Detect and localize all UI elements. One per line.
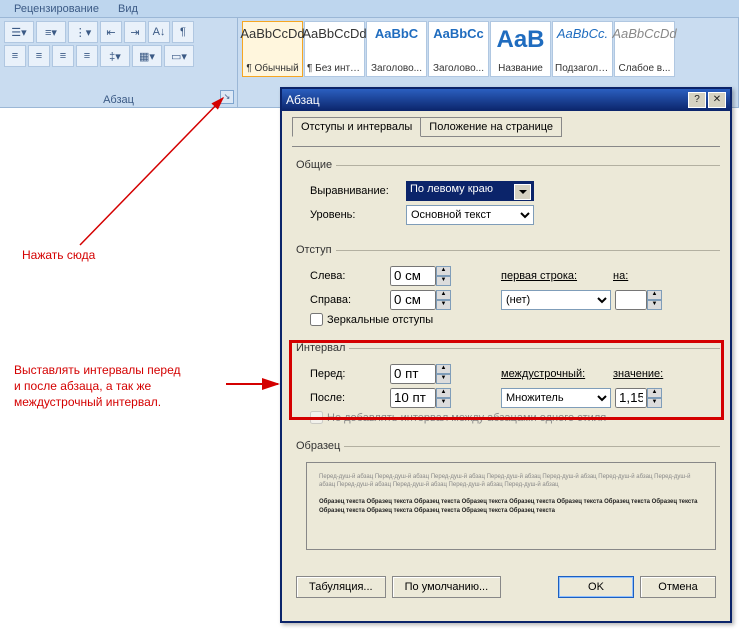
line-spacing-button[interactable]: ‡▾ bbox=[100, 45, 130, 67]
sample-grey: Перед-душ-й абзац Перед-душ-й абзац Пере… bbox=[319, 473, 703, 490]
anno-interval-l1: Выставлять интервалы перед bbox=[14, 363, 181, 377]
help-button[interactable]: ? bbox=[688, 92, 706, 108]
anno-click-here: Нажать сюда bbox=[22, 248, 95, 262]
align-center-button[interactable]: ≡ bbox=[28, 45, 50, 67]
style-item-4[interactable]: AaB Название bbox=[490, 21, 551, 77]
dialog-titlebar[interactable]: Абзац ? ✕ bbox=[282, 89, 730, 111]
style-sample: AaBbC bbox=[375, 26, 418, 41]
legend-general: Общие bbox=[292, 159, 336, 171]
decrease-indent-button[interactable]: ⇤ bbox=[100, 21, 122, 43]
spin-up[interactable]: ▲ bbox=[436, 266, 451, 276]
style-name: ¶ Обычный bbox=[245, 63, 300, 74]
firstline-label: первая строка: bbox=[501, 270, 613, 282]
tabs-button[interactable]: Табуляция... bbox=[296, 576, 386, 598]
legend-indent: Отступ bbox=[292, 244, 336, 256]
shading-button[interactable]: ▦▾ bbox=[132, 45, 162, 67]
ribbon-tabs: Рецензирование Вид bbox=[0, 0, 739, 18]
style-name: Заголово... bbox=[369, 63, 424, 74]
spin-up[interactable]: ▲ bbox=[647, 290, 662, 300]
cancel-button[interactable]: Отмена bbox=[640, 576, 716, 598]
spin-down[interactable]: ▼ bbox=[436, 276, 451, 286]
align-label: Выравнивание: bbox=[310, 185, 406, 197]
left-label: Слева: bbox=[310, 270, 390, 282]
style-name: ¶ Без инте... bbox=[307, 63, 362, 74]
borders-button[interactable]: ▭▾ bbox=[164, 45, 194, 67]
style-item-5[interactable]: AaBbCc. Подзаголо... bbox=[552, 21, 613, 77]
anno-interval-l3: междустрочный интервал. bbox=[14, 395, 161, 409]
style-item-2[interactable]: AaBbC Заголово... bbox=[366, 21, 427, 77]
spin-down[interactable]: ▼ bbox=[647, 300, 662, 310]
group-general: Общие Выравнивание: По левому краю Урове… bbox=[292, 159, 720, 238]
anno-interval: Выставлять интервалы перед и после абзац… bbox=[14, 362, 181, 411]
dialog-title: Абзац bbox=[286, 93, 686, 107]
style-name: Слабое в... bbox=[617, 63, 672, 74]
style-name: Название bbox=[493, 63, 548, 74]
left-spin[interactable] bbox=[390, 266, 436, 286]
style-sample: AaBbCcDd bbox=[302, 26, 366, 41]
right-label: Справа: bbox=[310, 294, 390, 306]
sample-bold: Образец текста Образец текста Образец те… bbox=[319, 498, 703, 515]
sort-button[interactable]: A↓ bbox=[148, 21, 170, 43]
highlight-interval-frame bbox=[289, 340, 724, 420]
multilevel-button[interactable]: ⋮▾ bbox=[68, 21, 98, 43]
mirror-check[interactable] bbox=[310, 313, 323, 326]
show-marks-button[interactable]: ¶ bbox=[172, 21, 194, 43]
mirror-label: Зеркальные отступы bbox=[327, 314, 433, 326]
on-spin[interactable] bbox=[615, 290, 647, 310]
style-name: Заголово... bbox=[431, 63, 486, 74]
style-sample: AaBbCc. bbox=[557, 26, 608, 41]
align-right-button[interactable]: ≡ bbox=[52, 45, 74, 67]
level-label: Уровень: bbox=[310, 209, 406, 221]
spin-up[interactable]: ▲ bbox=[436, 290, 451, 300]
increase-indent-button[interactable]: ⇥ bbox=[124, 21, 146, 43]
numbering-button[interactable]: ≡▾ bbox=[36, 21, 66, 43]
close-button[interactable]: ✕ bbox=[708, 92, 726, 108]
arrow-interval bbox=[226, 377, 286, 391]
level-combo[interactable]: Основной текст bbox=[406, 205, 534, 225]
right-spin[interactable] bbox=[390, 290, 436, 310]
style-name: Подзаголо... bbox=[555, 63, 610, 74]
group-indent: Отступ Слева: ▲▼ первая строка: на: Спра… bbox=[292, 244, 720, 336]
arrow-click-here bbox=[20, 90, 235, 260]
sample-preview: Перед-душ-й абзац Перед-душ-й абзац Пере… bbox=[306, 462, 716, 550]
style-item-1[interactable]: AaBbCcDd ¶ Без инте... bbox=[304, 21, 365, 77]
style-sample: AaBbCcDd bbox=[240, 26, 304, 41]
bullets-button[interactable]: ☰▾ bbox=[4, 21, 34, 43]
default-button[interactable]: По умолчанию... bbox=[392, 576, 502, 598]
tab-indents[interactable]: Отступы и интервалы bbox=[292, 117, 421, 137]
legend-sample: Образец bbox=[292, 440, 344, 452]
style-item-3[interactable]: AaBbCc Заголово... bbox=[428, 21, 489, 77]
ribbon-tab-view[interactable]: Вид bbox=[110, 1, 146, 17]
firstline-combo[interactable]: (нет) bbox=[501, 290, 611, 310]
on-label: на: bbox=[613, 270, 643, 282]
style-sample: AaBbCcDd bbox=[612, 26, 676, 41]
style-item-0[interactable]: AaBbCcDd ¶ Обычный bbox=[242, 21, 303, 77]
spin-down[interactable]: ▼ bbox=[436, 300, 451, 310]
style-sample: AaB bbox=[496, 26, 544, 54]
ribbon-tab-review[interactable]: Рецензирование bbox=[6, 1, 107, 17]
style-sample: AaBbCc bbox=[433, 26, 484, 41]
ok-button[interactable]: OK bbox=[558, 576, 634, 598]
justify-button[interactable]: ≡ bbox=[76, 45, 98, 67]
style-item-6[interactable]: AaBbCcDd Слабое в... bbox=[614, 21, 675, 77]
group-sample: Образец Перед-душ-й абзац Перед-душ-й аб… bbox=[292, 440, 720, 560]
align-left-button[interactable]: ≡ bbox=[4, 45, 26, 67]
anno-interval-l2: и после абзаца, а так же bbox=[14, 379, 151, 393]
tab-position[interactable]: Положение на странице bbox=[420, 117, 562, 137]
align-combo[interactable]: По левому краю bbox=[406, 181, 534, 201]
